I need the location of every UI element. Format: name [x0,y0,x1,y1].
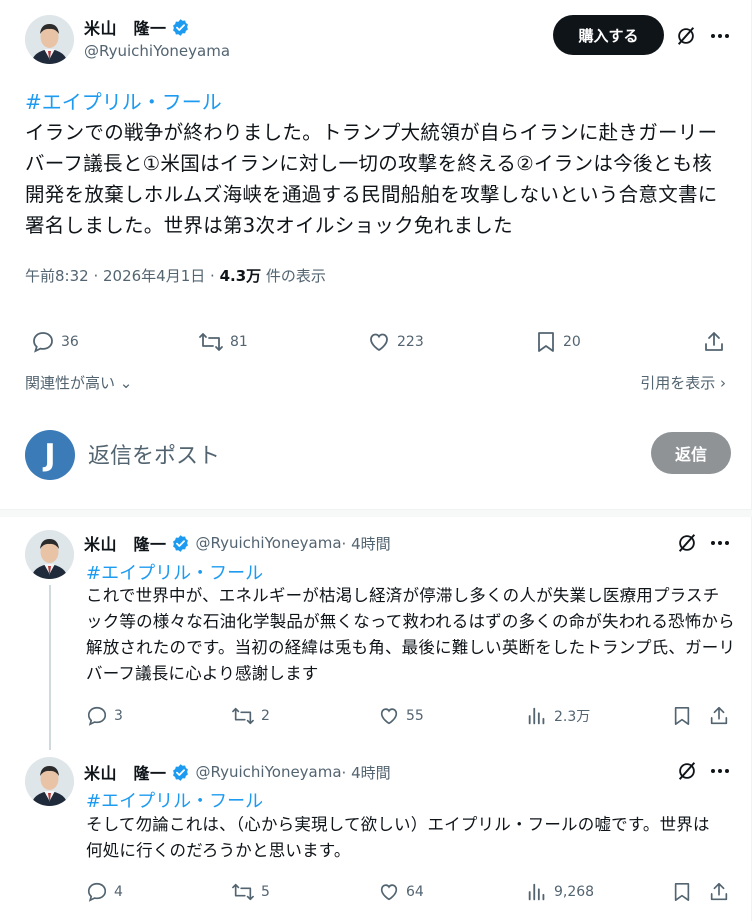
repost-icon [232,883,254,901]
reply-count: 36 [61,334,79,350]
repost-button[interactable]: 5 [231,881,270,903]
author-name[interactable]: 米山 隆一 [84,531,167,555]
author-handle[interactable]: @RyuichiYoneyama [196,763,342,781]
reply-button[interactable]: 36 [31,330,79,354]
author-handle[interactable]: @RyuichiYoneyama [84,42,230,60]
reply-submit-button[interactable]: 返信 [651,432,731,474]
repost-button[interactable]: 2 [231,705,270,727]
like-button[interactable]: 64 [378,881,424,903]
relevance-label: 関連性が高い [25,374,116,392]
views-count: 2.3万 [554,709,591,725]
avatar[interactable] [25,15,74,64]
quotes-label: 引用を表示 [640,374,716,392]
author-name[interactable]: 米山 隆一 [84,760,167,784]
thread-line [49,585,51,750]
views-label: 件の表示 [261,267,326,285]
hashtag-link[interactable]: #エイプリル・フール [86,787,263,813]
more-icon[interactable] [708,759,732,783]
views-button[interactable]: 2.3万 [526,705,590,727]
reply-input[interactable]: 返信をポスト [88,438,220,470]
like-count: 55 [406,708,424,724]
verified-badge-icon [171,18,190,37]
sort-relevance-dropdown[interactable]: 関連性が高い ⌄ [25,372,132,393]
reply-compose: J 返信をポスト 返信 [0,420,752,490]
grok-icon[interactable] [674,24,698,48]
author-handle[interactable]: @RyuichiYoneyama [196,534,342,552]
repost-button[interactable]: 81 [198,330,248,354]
post-time[interactable]: · 4時間 [342,533,391,554]
views-count: 9,268 [554,884,595,900]
buy-button[interactable]: 購入する [553,15,664,55]
share-icon [710,706,728,725]
reply-icon [87,882,107,902]
avatar[interactable] [25,530,74,579]
views-icon [528,707,545,725]
like-button[interactable]: 223 [367,330,424,354]
like-count: 64 [406,884,424,900]
timeline-column: 米山 隆一 @RyuichiYoneyama 購入する #エイプリル・フール イ… [0,0,752,921]
timestamp[interactable]: 午前8:32 · 2026年4月1日 · [25,267,220,285]
hashtag-link[interactable]: #エイプリル・フール [86,559,263,585]
bookmark-button[interactable] [672,881,698,903]
post-meta: 午前8:32 · 2026年4月1日 · 4.3万 件の表示 [25,265,326,286]
like-icon [370,333,388,352]
verified-badge-icon [171,763,190,782]
reply-icon [87,706,107,726]
chevron-down-icon: ⌄ [115,374,133,392]
main-post: 米山 隆一 @RyuichiYoneyama 購入する #エイプリル・フール イ… [0,0,752,500]
hashtag-link[interactable]: #エイプリル・フール [25,86,222,115]
views-icon [528,883,545,901]
share-button[interactable] [702,330,732,354]
reply-count: 3 [114,708,123,724]
more-icon[interactable] [708,531,732,555]
reply-button[interactable]: 4 [86,881,123,903]
avatar[interactable] [25,757,74,806]
share-icon [705,332,723,351]
repost-icon [199,333,223,351]
like-count: 223 [397,334,424,350]
verified-badge-icon [171,534,190,553]
section-divider [0,509,752,517]
repost-count: 5 [261,884,270,900]
reply-icon [33,332,53,353]
bookmark-icon [538,332,554,352]
bookmark-icon [674,883,690,902]
repost-icon [232,707,254,725]
bookmark-button[interactable]: 20 [535,330,581,354]
repost-count: 2 [261,708,270,724]
grok-icon[interactable] [675,759,699,783]
compose-avatar: J [25,430,75,480]
post-text: そして勿論これは、（心から実現して欲しい）エイプリル・フールの嘘です。世界は何処… [86,815,710,860]
grok-icon[interactable] [675,531,699,555]
share-icon [710,882,728,901]
post-time[interactable]: · 4時間 [342,762,391,783]
more-icon[interactable] [708,24,732,48]
reply-button[interactable]: 3 [86,705,123,727]
repost-count: 81 [230,334,248,350]
views-button[interactable]: 9,268 [526,881,594,903]
views-count: 4.3万 [219,267,262,285]
chevron-right-icon: › [715,374,726,392]
author-name[interactable]: 米山 隆一 [84,15,167,39]
compose-avatar-letter: J [44,437,56,473]
like-icon [380,884,398,901]
bookmark-button[interactable] [672,705,698,727]
like-icon [380,708,398,725]
bookmark-count: 20 [563,334,581,350]
reply-count: 4 [114,884,123,900]
bookmark-icon [674,707,690,726]
share-button[interactable] [708,705,736,727]
view-quotes-link[interactable]: 引用を表示 › [640,372,726,393]
share-button[interactable] [708,881,736,903]
post-text: イランでの戦争が終わりました。トランプ大統領が自らイランに赴きガーリーバーフ議長… [25,121,718,237]
like-button[interactable]: 55 [378,705,424,727]
post-text: これで世界中が、エネルギーが枯渇し経済が停滞し多くの人が失業し医療用プラスチック… [86,586,736,683]
